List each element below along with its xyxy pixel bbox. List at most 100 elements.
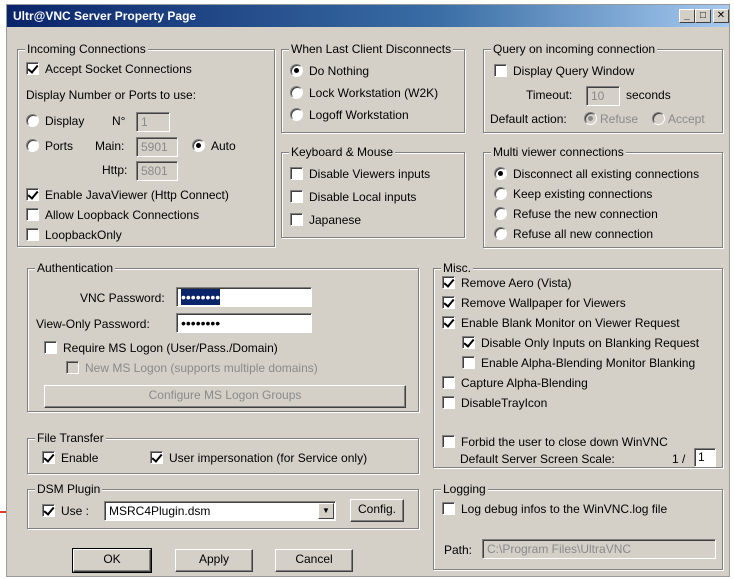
user-impersonation-checkbox[interactable]: User impersonation (for Service only): [150, 451, 367, 465]
log-path-field[interactable]: C:\Program Files\UltraVNC: [482, 539, 716, 559]
misc-group: Misc. Remove Aero (Vista) Remove Wallpap…: [433, 261, 723, 468]
vnc-password-value: ••••••••: [181, 289, 221, 305]
display-radio-label: Display: [45, 114, 85, 128]
remove-wallpaper-checkbox[interactable]: Remove Wallpaper for Viewers: [442, 296, 626, 310]
display-radio[interactable]: Display: [26, 114, 84, 128]
log-debug-label: Log debug infos to the WinVNC.log file: [461, 502, 668, 516]
cancel-button[interactable]: Cancel: [275, 549, 353, 572]
misc-title: Misc.: [441, 261, 473, 275]
path-label: Path:: [444, 543, 473, 557]
configure-ms-logon-groups-button[interactable]: Configure MS Logon Groups: [44, 385, 406, 408]
logging-title: Logging: [441, 482, 488, 496]
scale-field[interactable]: 1: [694, 448, 716, 467]
query-group: Query on incoming connection Display Que…: [483, 42, 723, 133]
display-number-field[interactable]: 1: [136, 112, 170, 132]
main-port-label: Main:: [95, 139, 125, 153]
allow-loopback-checkbox[interactable]: Allow Loopback Connections: [26, 208, 199, 222]
viewonly-password-value: ••••••••: [181, 315, 221, 331]
display-query-window-checkbox[interactable]: Display Query Window: [494, 64, 634, 78]
main-port-field[interactable]: 5901: [136, 137, 178, 157]
refuse-all-new-label: Refuse all new connection: [513, 227, 654, 241]
display-number-label: N°: [112, 114, 126, 128]
refuse-radio[interactable]: Refuse: [584, 112, 638, 126]
japanese-checkbox[interactable]: Japanese: [290, 213, 361, 227]
config-button[interactable]: Config.: [350, 499, 404, 522]
multi-viewer-title: Multi viewer connections: [491, 145, 626, 159]
close-icon[interactable]: ✕: [713, 9, 729, 23]
enable-alpha-blending-blanking-checkbox[interactable]: Enable Alpha-Blending Monitor Blanking: [462, 356, 695, 370]
require-ms-logon-checkbox[interactable]: Require MS Logon (User/Pass./Domain): [44, 341, 278, 355]
auto-radio[interactable]: Auto: [192, 139, 236, 153]
http-port-label: Http:: [102, 163, 128, 177]
last-client-group: When Last Client Disconnects Do Nothing …: [281, 42, 465, 133]
logoff-workstation-label: Logoff Workstation: [309, 108, 409, 122]
accept-socket-checkbox[interactable]: Accept Socket Connections: [26, 62, 192, 76]
dsm-use-checkbox[interactable]: Use :: [42, 504, 89, 518]
title-bar: Ultr@VNC Server Property Page _ □ ✕: [7, 5, 729, 27]
ports-radio[interactable]: Ports: [26, 139, 73, 153]
user-impersonation-label: User impersonation (for Service only): [169, 451, 368, 465]
ok-button[interactable]: OK: [72, 548, 152, 573]
authentication-group: Authentication VNC Password: •••••••• Vi…: [27, 261, 419, 412]
file-transfer-enable-checkbox[interactable]: Enable: [42, 451, 98, 465]
scale-prefix: 1 /: [672, 452, 686, 466]
last-client-title: When Last Client Disconnects: [289, 42, 454, 56]
lock-workstation-radio[interactable]: Lock Workstation (W2K): [290, 86, 438, 100]
keep-existing-label: Keep existing connections: [513, 187, 653, 201]
dsm-plugin-select[interactable]: MSRC4Plugin.dsm ▼: [104, 501, 336, 521]
enable-javaviewer-checkbox[interactable]: Enable JavaViewer (Http Connect): [26, 188, 229, 202]
require-ms-logon-label: Require MS Logon (User/Pass./Domain): [63, 341, 278, 355]
disable-local-inputs-label: Disable Local inputs: [309, 190, 417, 204]
ok-button-label: OK: [103, 552, 121, 566]
disable-local-inputs-checkbox[interactable]: Disable Local inputs: [290, 190, 416, 204]
japanese-label: Japanese: [309, 213, 362, 227]
accept-radio[interactable]: Accept: [652, 112, 705, 126]
ports-radio-label: Ports: [45, 139, 74, 153]
new-ms-logon-label: New MS Logon (supports multiple domains): [85, 361, 318, 375]
refuse-all-new-radio[interactable]: Refuse all new connection: [494, 227, 653, 241]
do-nothing-radio[interactable]: Do Nothing: [290, 64, 369, 78]
forbid-close-down-checkbox[interactable]: Forbid the user to close down WinVNC: [442, 435, 668, 449]
chevron-down-icon[interactable]: ▼: [318, 503, 334, 519]
log-debug-checkbox[interactable]: Log debug infos to the WinVNC.log file: [442, 502, 667, 516]
disconnect-all-radio[interactable]: Disconnect all existing connections: [494, 167, 699, 181]
keyboard-mouse-title: Keyboard & Mouse: [289, 145, 396, 159]
enable-blank-monitor-checkbox[interactable]: Enable Blank Monitor on Viewer Request: [442, 316, 680, 330]
disable-tray-icon-checkbox[interactable]: DisableTrayIcon: [442, 396, 547, 410]
keep-existing-radio[interactable]: Keep existing connections: [494, 187, 652, 201]
accept-label: Accept: [668, 112, 705, 126]
apply-button[interactable]: Apply: [175, 549, 253, 572]
query-title: Query on incoming connection: [491, 42, 658, 56]
new-ms-logon-checkbox[interactable]: New MS Logon (supports multiple domains): [66, 361, 318, 375]
window-title: Ultr@VNC Server Property Page: [13, 9, 197, 23]
file-transfer-enable-label: Enable: [61, 451, 99, 465]
vnc-password-field[interactable]: ••••••••: [176, 287, 312, 307]
minimize-icon[interactable]: _: [679, 9, 695, 23]
refuse-new-radio[interactable]: Refuse the new connection: [494, 207, 658, 221]
auto-radio-label: Auto: [211, 139, 236, 153]
disable-only-inputs-checkbox[interactable]: Disable Only Inputs on Blanking Request: [462, 336, 699, 350]
default-action-label: Default action:: [490, 112, 567, 126]
incoming-connections-title: Incoming Connections: [25, 42, 148, 56]
maximize-icon[interactable]: □: [695, 9, 711, 23]
http-port-field[interactable]: 5801: [136, 161, 178, 181]
default-scale-label: Default Server Screen Scale:: [460, 452, 615, 466]
display-query-window-label: Display Query Window: [513, 64, 635, 78]
enable-alpha-blending-blanking-label: Enable Alpha-Blending Monitor Blanking: [481, 356, 696, 370]
viewonly-password-field[interactable]: ••••••••: [176, 313, 312, 333]
disable-viewers-inputs-checkbox[interactable]: Disable Viewers inputs: [290, 167, 430, 181]
incoming-connections-group: Incoming Connections Accept Socket Conne…: [17, 42, 275, 247]
capture-alpha-blending-checkbox[interactable]: Capture Alpha-Blending: [442, 376, 588, 390]
timeout-field[interactable]: 10: [586, 86, 620, 106]
file-transfer-group: File Transfer Enable User impersonation …: [27, 431, 419, 474]
refuse-new-label: Refuse the new connection: [513, 207, 658, 221]
remove-aero-checkbox[interactable]: Remove Aero (Vista): [442, 276, 572, 290]
file-transfer-title: File Transfer: [35, 431, 106, 445]
viewonly-password-label: View-Only Password:: [36, 317, 150, 331]
dsm-plugin-value: MSRC4Plugin.dsm: [109, 504, 211, 518]
allow-loopback-label: Allow Loopback Connections: [45, 208, 200, 222]
loopback-only-checkbox[interactable]: LoopbackOnly: [26, 228, 122, 242]
disconnect-all-label: Disconnect all existing connections: [513, 167, 700, 181]
enable-javaviewer-label: Enable JavaViewer (Http Connect): [45, 188, 229, 202]
logoff-workstation-radio[interactable]: Logoff Workstation: [290, 108, 409, 122]
